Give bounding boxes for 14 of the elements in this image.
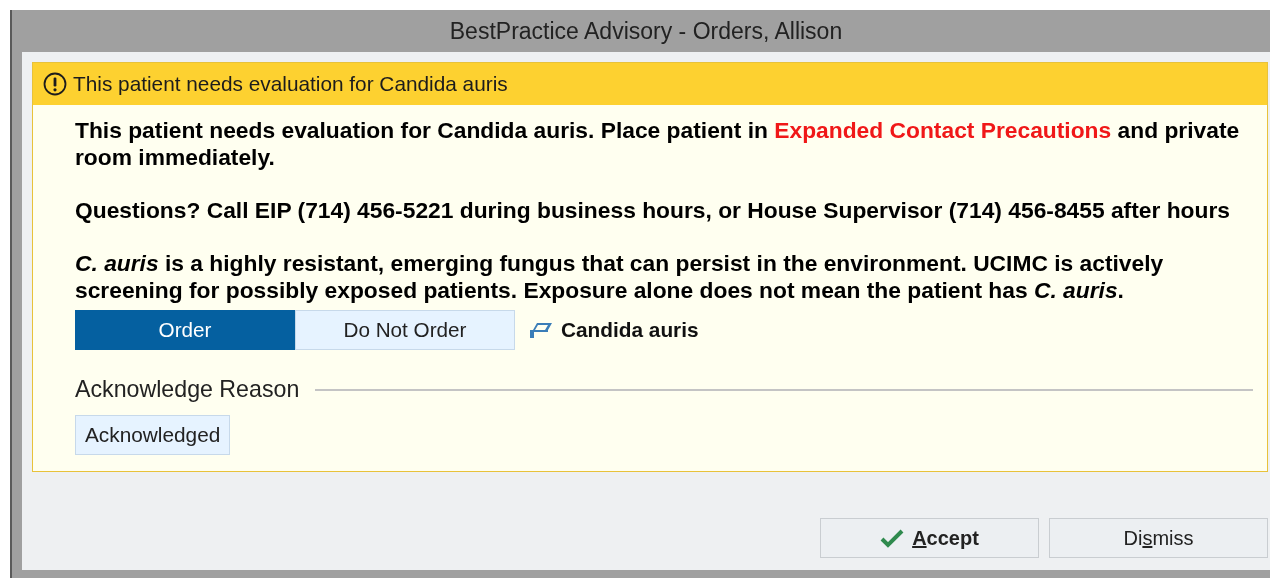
checkmark-icon bbox=[880, 528, 905, 548]
advisory-text: C. auris is a highly resistant, emerging fungus that can persist in the environment. UCIMC is actively screening for possibly exposed patients. Exposure alone does not mean the patient has C. auris. bbox=[75, 250, 1165, 304]
advisory-text: Questions? Call EIP (714) 456-5221 during business hours, or House Supervisor (714) 456-8455 after hours bbox=[75, 197, 1232, 224]
order-option[interactable]: Do Not Order bbox=[295, 310, 515, 350]
dismiss-button[interactable]: Dismiss bbox=[1049, 518, 1268, 558]
advisory-text: This patient needs evaluation for Candida auris. Place patient in Expanded Contact Precautions and private room immediately. bbox=[75, 117, 1241, 171]
section-title: Acknowledge Reason bbox=[75, 376, 300, 403]
order-name: Candida auris bbox=[561, 318, 699, 342]
reason-option[interactable]: Acknowledged bbox=[75, 415, 231, 455]
window-title: BestPractice Advisory - Orders, Allison bbox=[449, 17, 843, 45]
order-option[interactable]: Order bbox=[75, 310, 295, 350]
exclamation-icon bbox=[43, 72, 67, 96]
advisory-header: This patient needs evaluation for Candida auris bbox=[73, 72, 508, 96]
accept-button[interactable]: Accept bbox=[820, 518, 1039, 558]
